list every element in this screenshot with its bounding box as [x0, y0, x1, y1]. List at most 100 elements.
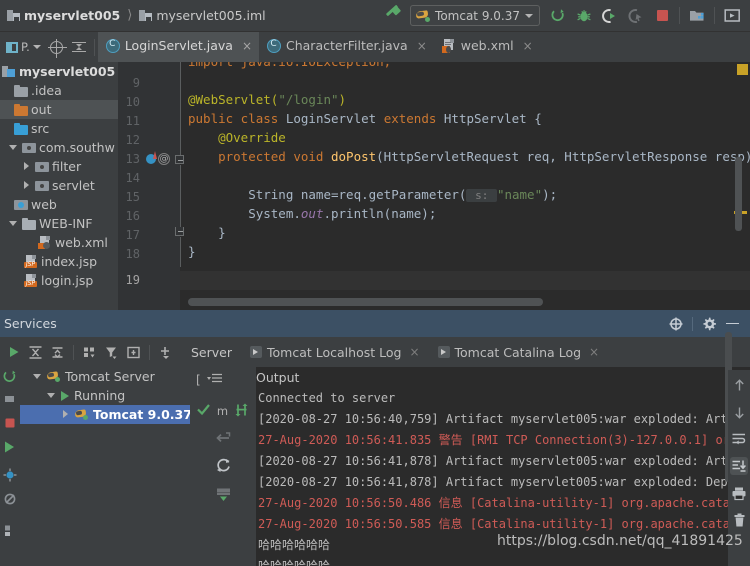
fold-collapse-icon[interactable] — [175, 227, 184, 236]
settings-button[interactable] — [699, 314, 719, 334]
close-icon[interactable]: × — [523, 39, 533, 53]
editor-vertical-scrollbar[interactable] — [735, 157, 742, 231]
breadcrumb-item-project[interactable]: myservlet005 — [4, 7, 123, 24]
expand-all-button[interactable] — [25, 342, 46, 363]
code-line-10: @WebServlet("/login") — [188, 90, 346, 109]
close-icon[interactable]: × — [589, 345, 599, 359]
tab-label: Server — [191, 344, 232, 360]
restart-icon[interactable] — [215, 457, 232, 477]
code-text[interactable]: import java.io.IOException; @WebServlet(… — [188, 62, 750, 310]
debug-button[interactable] — [572, 4, 596, 28]
tree-item-running[interactable]: Running — [20, 386, 190, 405]
tree-item-filter[interactable]: filter — [0, 157, 118, 176]
layout-settings-icon[interactable] — [2, 523, 18, 539]
tab-web-xml[interactable]: web.xml × — [434, 32, 540, 62]
log-line: [2020-08-27 10:56:41,878] Artifact myser… — [258, 454, 728, 468]
scroll-up-button[interactable] — [730, 376, 748, 394]
close-icon[interactable]: × — [242, 39, 252, 53]
scroll-down-button[interactable] — [730, 403, 748, 421]
services-tree[interactable]: Tomcat Server Running Tomcat 9.0.37 [l — [20, 367, 190, 566]
restart-icon[interactable] — [2, 391, 18, 407]
override-method-icon[interactable]: @ — [158, 153, 170, 165]
chevron-down-icon[interactable] — [8, 142, 19, 153]
scroll-to-end-button[interactable] — [730, 457, 748, 475]
tree-item-tomcat-server[interactable]: Tomcat Server — [20, 367, 190, 386]
tree-item-myservlet005[interactable]: myservlet005 G:\ — [0, 62, 118, 81]
profile-button[interactable] — [624, 4, 648, 28]
mute-breakpoints-icon[interactable] — [2, 491, 18, 507]
add-button[interactable] — [155, 342, 176, 363]
tree-item-idea[interactable]: .idea — [0, 81, 118, 100]
locate-button[interactable] — [666, 314, 686, 334]
folder-grey-icon — [14, 84, 28, 97]
tree-item-login-jsp[interactable]: JSP login.jsp — [0, 271, 118, 290]
chevron-right-icon[interactable] — [21, 180, 32, 191]
fold-collapse-icon[interactable] — [175, 155, 184, 164]
breadcrumb-item-file[interactable]: myservlet005.iml — [136, 7, 268, 24]
tree-item-servlet[interactable]: servlet — [0, 176, 118, 195]
group-by-button[interactable] — [79, 342, 100, 363]
run-coverage-icon — [602, 8, 615, 23]
tab-tomcat-catalina-log[interactable]: Tomcat Catalina Log × — [429, 339, 609, 365]
run-configuration-selector[interactable]: Tomcat 9.0.37 — [410, 5, 540, 26]
run-with-coverage-button[interactable] — [598, 4, 622, 28]
resume-icon[interactable] — [2, 439, 18, 455]
tree-item-web-xml[interactable]: web.xml — [0, 233, 118, 252]
close-icon[interactable]: × — [409, 345, 419, 359]
update-application-button[interactable] — [685, 4, 709, 28]
tab-CharacterFilter-java[interactable]: CharacterFilter.java × — [259, 32, 434, 62]
project-tool-window[interactable]: myservlet005 G:\ .idea out src com.south… — [0, 62, 118, 310]
tab-label: CharacterFilter.java — [286, 38, 408, 53]
chevron-right-icon[interactable] — [60, 409, 71, 420]
console-output-label[interactable]: Output — [256, 370, 299, 385]
chevron-down-icon[interactable] — [32, 371, 43, 382]
tree-item-index-jsp[interactable]: JSP index.jsp — [0, 252, 118, 271]
tree-item-label: Tomcat 9.0.37 [l — [93, 407, 190, 422]
tab-tomcat-localhost-log[interactable]: Tomcat Localhost Log × — [241, 339, 429, 365]
filter-button[interactable] — [101, 342, 122, 363]
stop-button[interactable] — [650, 4, 674, 28]
close-icon[interactable]: × — [417, 39, 427, 53]
dropdown-list-icon[interactable] — [205, 372, 227, 388]
tree-item-tomcat-9037[interactable]: Tomcat 9.0.37 [l — [20, 405, 190, 424]
services-window-button[interactable] — [720, 4, 744, 28]
tree-item-web[interactable]: web — [0, 195, 118, 214]
toolbar-divider — [93, 38, 95, 56]
tree-item-WEB-INF[interactable]: WEB-INF — [0, 214, 118, 233]
undeploy-row — [190, 425, 256, 453]
run-button[interactable] — [3, 342, 24, 363]
tree-item-com-southw[interactable]: com.southw — [0, 138, 118, 157]
debugger-settings-icon[interactable] — [2, 467, 18, 483]
code-segment: ) — [338, 92, 347, 107]
code-editor[interactable]: 9 10 11 12 13 14 15 16 17 18 19 @ import… — [118, 62, 750, 310]
show-configurations-button[interactable] — [123, 342, 144, 363]
tab-LoginServlet-java[interactable]: LoginServlet.java × — [97, 32, 259, 62]
chevron-right-icon[interactable] — [21, 161, 32, 172]
deploy-icon[interactable] — [215, 486, 232, 505]
chevron-down-icon[interactable] — [46, 390, 57, 401]
print-button[interactable] — [730, 484, 748, 502]
editor-error-stripe-marker[interactable] — [737, 64, 748, 75]
code-segment: @WebServlet( — [188, 92, 279, 107]
tree-item-src[interactable]: src — [0, 119, 118, 138]
editor-gutter[interactable]: 9 10 11 12 13 14 15 16 17 18 19 @ — [118, 62, 180, 310]
collapse-all-button[interactable] — [68, 36, 90, 58]
soft-wrap-button[interactable] — [730, 430, 748, 448]
build-project-button[interactable] — [380, 4, 404, 28]
stop-square-icon[interactable] — [2, 415, 18, 431]
project-tool-button[interactable]: P. — [2, 36, 45, 58]
clear-all-button[interactable] — [730, 511, 748, 529]
hide-button[interactable] — [722, 314, 742, 334]
tab-server[interactable]: Server — [182, 339, 241, 365]
undeploy-icon[interactable] — [215, 430, 232, 449]
tab-label: Tomcat Catalina Log — [454, 344, 582, 360]
tree-item-out[interactable]: out — [0, 100, 118, 119]
rerun-icon[interactable] — [2, 369, 18, 385]
chevron-down-icon[interactable] — [8, 218, 19, 229]
rerun-button[interactable] — [546, 4, 570, 28]
editor-horizontal-scrollbar[interactable] — [188, 298, 543, 306]
collapse-all-button[interactable] — [47, 342, 68, 363]
redeploy-icon[interactable] — [234, 402, 250, 421]
code-folding-column[interactable] — [174, 62, 188, 310]
select-opened-file-button[interactable] — [46, 36, 67, 58]
